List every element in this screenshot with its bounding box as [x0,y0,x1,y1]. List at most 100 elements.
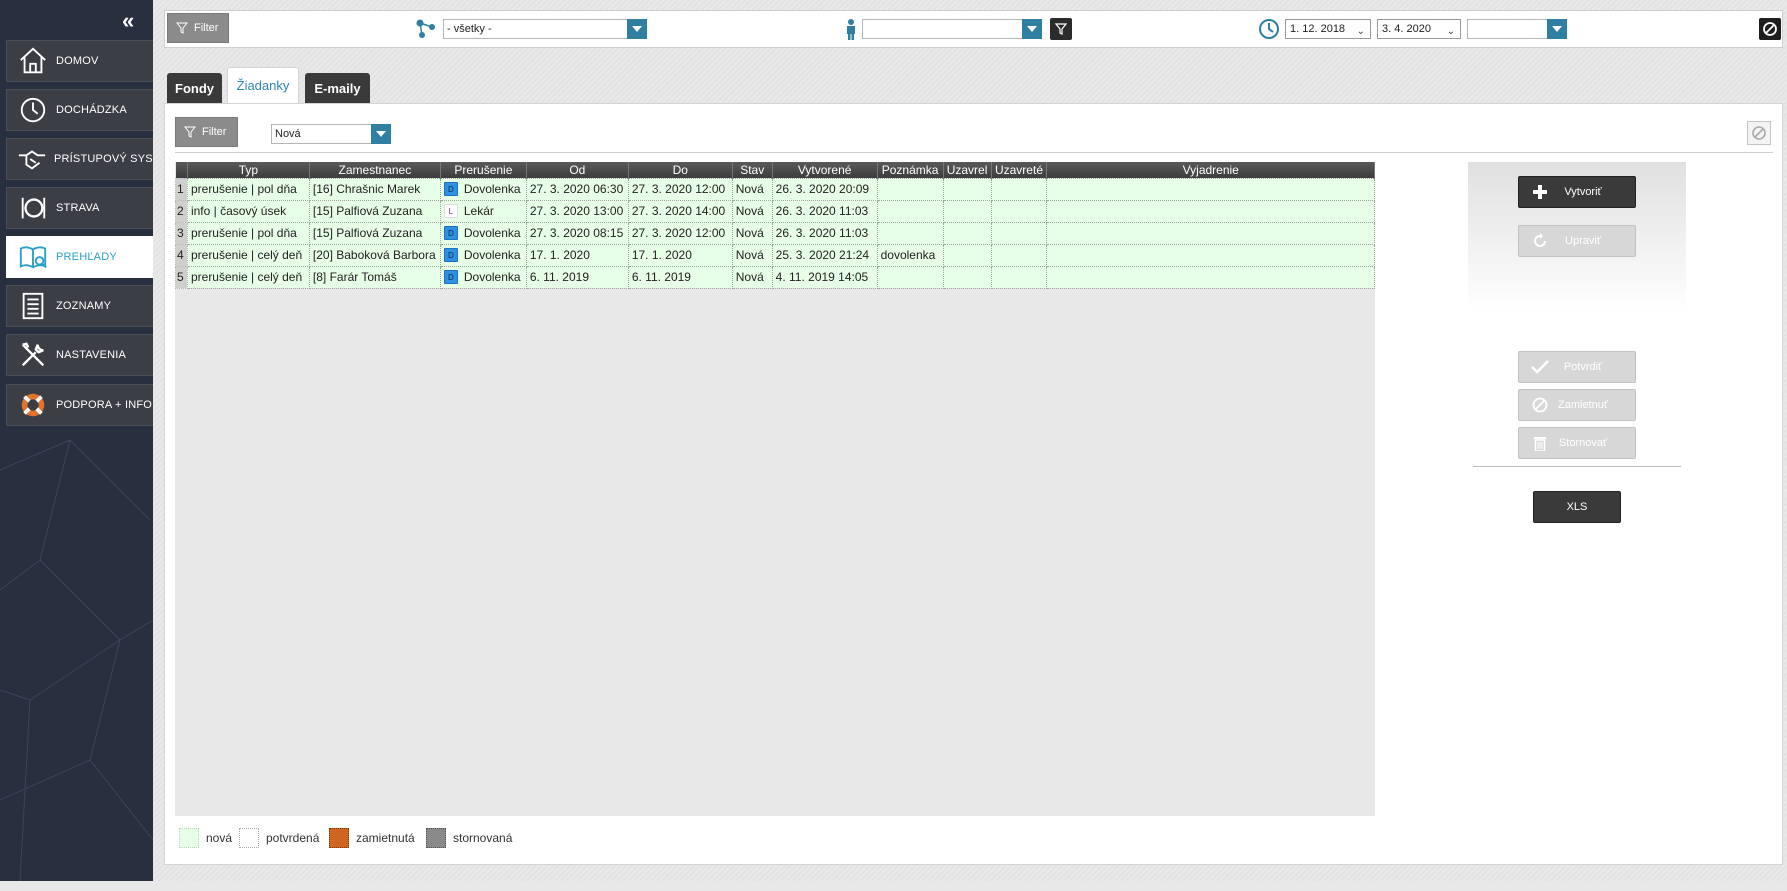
column-header[interactable]: Uzavrel [943,162,992,178]
table-row[interactable]: 2 info | časový úsek [15] Palfiová Zuzana L… [175,199,1375,223]
sidebar-item-label: ZOZNAMY [56,300,112,312]
table-cell: Nová [731,221,773,245]
handshake-icon [17,143,47,175]
date-from-select[interactable]: 1. 12. 2018 ⌄ [1285,19,1371,39]
table-cell [942,265,992,289]
column-header[interactable]: Vytvorené [772,162,878,178]
employee-select[interactable] [862,19,1042,39]
reject-button[interactable]: Zamietnuť [1518,389,1636,421]
sidebar-item-label: PRÍSTUPOVÝ SYS. [54,153,153,165]
tools-icon [17,339,49,371]
sidebar-item-label: STRAVA [56,202,100,214]
requests-table: Typ Zamestnanec Prerušenie Od Do Stav Vy… [175,162,1375,289]
table-cell: 27. 3. 2020 12:00 [627,221,733,245]
tab-emaily[interactable]: E-maily [305,73,370,103]
absence-code-badge: D [443,270,458,285]
table-cell: D Dovolenka [439,221,527,245]
table-cell: 27. 3. 2020 06:30 [525,177,629,201]
table-cell: prerušenie | pol dňa [186,221,310,245]
sidebar-item-book-search[interactable]: PREHĽADY [6,236,153,278]
column-header[interactable]: Poznámka [877,162,944,178]
divider [175,152,1773,153]
sidebar-item-list[interactable]: ZOZNAMY [6,285,153,327]
table-cell: dovolenka [876,243,944,267]
tab-label: Žiadanky [236,78,290,93]
filter-icon [176,22,188,34]
sidebar-item-home[interactable]: DOMOV [6,40,153,82]
table-row[interactable]: 4 prerušenie | celý deň [20] Baboková Barb… [175,243,1375,267]
table-cell: Nová [731,265,773,289]
table-cell: D Dovolenka [439,177,527,201]
table-cell: L Lekár [439,199,527,223]
table-cell: prerušenie | celý deň [186,265,310,289]
requests-panel: Filter Nová Typ Zamestnanec Prerušenie O… [164,103,1783,865]
tab-fondy[interactable]: Fondy [167,73,222,103]
sidebar-item-plate[interactable]: STRAVA [6,187,153,229]
column-header[interactable]: Od [526,162,629,178]
create-button[interactable]: Vytvoriť [1518,176,1636,208]
row-number: 4 [175,243,188,267]
sidebar-item-handshake[interactable]: PRÍSTUPOVÝ SYS. [6,138,153,180]
group-select[interactable]: - všetky - [443,19,647,39]
status-select[interactable]: Nová [271,124,391,144]
block-icon [1763,22,1777,36]
legend-swatch [426,828,446,848]
filter-icon [184,126,196,138]
date-to-select[interactable]: 3. 4. 2020 ⌄ [1377,19,1461,39]
cancel-request-label: Stornovať [1558,437,1608,449]
employee-filter-button[interactable] [1050,18,1072,40]
table-cell [942,199,992,223]
panel-clear-button[interactable] [1747,121,1771,145]
table-cell: [16] Chrašnic Marek [308,177,441,201]
table-cell [990,199,1048,223]
table-cell: 26. 3. 2020 11:03 [771,199,878,223]
column-header[interactable]: Typ [187,162,310,178]
row-number-header [175,162,188,178]
tab-ziadanky[interactable]: Žiadanky [227,67,299,103]
sidebar-item-lifebuoy[interactable]: PODPORA + INFO [6,384,153,426]
lifebuoy-icon [17,389,49,421]
table-row[interactable]: 3 prerušenie | pol dňa [15] Palfiová Zuzan… [175,221,1375,245]
status-bar [0,881,1787,891]
panel-filter-button[interactable]: Filter [175,117,238,147]
column-header[interactable]: Do [628,162,733,178]
date-from-value: 1. 12. 2018 [1290,23,1346,35]
table-row[interactable]: 1 prerušenie | pol dňa [16] Chrašnic Marek… [175,177,1375,201]
divider [1473,466,1681,467]
xls-export-button[interactable]: XLS [1533,491,1621,523]
table-cell: [15] Palfiová Zuzana [308,221,441,245]
table-row[interactable]: 5 prerušenie | celý deň [8] Farár Tomáš D Do… [175,265,1375,289]
table-cell: 6. 11. 2019 [627,265,733,289]
legend-label: nová [206,831,233,845]
absence-type: Lekár [463,203,494,218]
table-cell [990,243,1048,267]
clear-filter-button[interactable] [1759,18,1781,40]
table-cell [876,177,944,201]
column-header[interactable]: Uzavreté [991,162,1048,178]
table-cell: prerušenie | pol dňa [186,177,310,201]
table-cell: Nová [731,177,773,201]
edit-label: Upraviť [1565,235,1601,247]
collapse-sidebar-button[interactable]: « [122,10,142,32]
check-icon [1531,360,1549,374]
column-header[interactable]: Zamestnanec [309,162,441,178]
period-select[interactable] [1467,19,1567,39]
column-header[interactable]: Prerušenie [440,162,527,178]
table-cell: 27. 3. 2020 12:00 [627,177,733,201]
table-cell: 27. 3. 2020 14:00 [627,199,733,223]
legend-item-rejected: zamietnutá [329,828,415,848]
sidebar-item-clock[interactable]: DOCHÁDZKA [6,89,153,131]
tab-label: Fondy [175,80,214,96]
trash-icon [1534,437,1546,451]
table-cell [990,221,1048,245]
xls-label: XLS [1566,501,1588,513]
top-filter-button[interactable]: Filter [167,13,229,43]
confirm-button[interactable]: Potvrdiť [1518,351,1636,383]
edit-button[interactable]: Upraviť [1518,225,1636,257]
table-cell [1046,177,1375,201]
column-header[interactable]: Vyjadrenie [1046,162,1375,178]
sidebar-item-tools[interactable]: NASTAVENIA [6,334,153,376]
cancel-request-button[interactable]: Stornovať [1518,427,1636,459]
column-header[interactable]: Stav [732,162,773,178]
tab-label: E-maily [314,80,361,96]
